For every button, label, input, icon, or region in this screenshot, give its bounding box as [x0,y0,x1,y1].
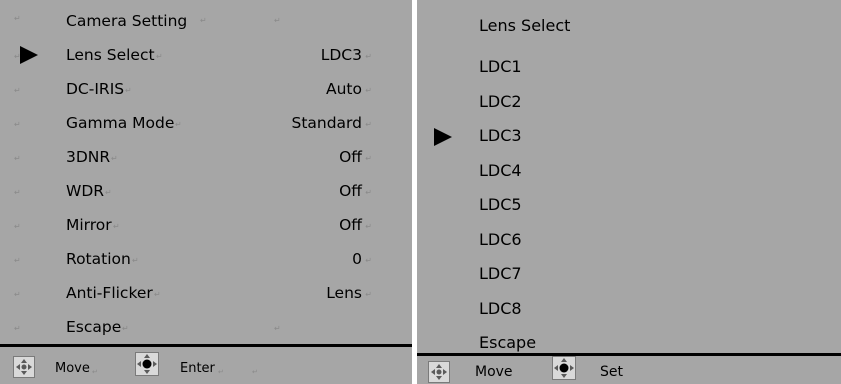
camera-menu-item[interactable]: ↵ Rotation ↵ 0 ↵ [0,242,412,276]
lens-option-label: LDC7 [479,264,522,283]
joystick-press-icon [552,356,576,380]
camera-menu-item-label: Gamma Mode [66,114,175,132]
lens-option-label: LDC3 [479,126,522,145]
camera-menu-item-label: Escape [66,318,122,336]
return-mark-icon: ↵ [113,222,120,231]
selection-cursor-icon [20,46,38,64]
return-mark-icon: ↵ [274,324,281,333]
lens-option-item[interactable]: LDC1 [417,51,841,85]
camera-menu-item[interactable]: ↵ DC-IRIS ↵ Auto ↵ [0,72,412,106]
return-mark-icon: ↵ [274,16,281,25]
camera-setting-panel: ↵ Camera Setting ↵ ↵ ↵ Lens Select ↵ LDC3 ↵ ↵… [0,0,412,384]
return-mark-icon: ↵ [175,120,182,129]
return-mark-icon: ↵ [14,14,21,23]
camera-menu-item[interactable]: ↵ Anti-Flicker ↵ Lens ↵ [0,276,412,310]
footer-divider [417,353,841,356]
camera-menu-item[interactable]: ↵ WDR ↵ Off ↵ [0,174,412,208]
lens-option-label: LDC4 [479,160,522,180]
return-mark-icon: ↵ [156,52,163,61]
camera-menu-item-value: LDC3 [320,46,362,64]
move-label: Move [55,361,90,376]
return-mark-icon: ↵ [14,154,21,163]
return-mark-icon: ↵ [14,86,21,95]
lens-option-label: LDC2 [479,91,522,111]
camera-menu-item-label: Lens Select [66,46,155,64]
lens-option-item[interactable]: LDC4 [417,155,841,189]
joystick-press-icon [135,352,159,376]
up-down-joystick-icon [428,361,450,383]
return-mark-icon: ↵ [365,86,372,95]
return-mark-icon: ↵ [122,324,129,333]
enter-label: Enter [180,361,215,376]
camera-menu-item-label: WDR [66,182,105,200]
camera-menu-item-label: Anti-Flicker [66,284,153,302]
return-mark-icon: ↵ [132,256,139,265]
camera-menu-item-label: 3DNR [66,148,111,166]
return-mark-icon: ↵ [365,290,372,299]
camera-menu-item-value: Lens [326,284,362,302]
lens-option-label: LDC6 [479,229,522,249]
camera-menu-item-value: Off [339,148,362,166]
move-label: Move [475,364,513,380]
footer-divider [0,344,412,347]
lens-option-item[interactable]: LDC8 [417,293,841,327]
return-mark-icon: ↵ [365,222,372,231]
lens-option-item[interactable]: LDC5 [417,189,841,223]
return-mark-icon: ↵ [111,154,118,163]
return-mark-icon: ↵ [14,188,21,197]
lens-option-item[interactable]: LDC2 [417,86,841,120]
lens-option-label: LDC5 [479,195,522,214]
camera-menu-item-value: Standard [291,114,362,132]
camera-menu-item-label: Mirror [66,216,112,234]
camera-menu-item-label: Rotation [66,250,131,268]
return-mark-icon: ↵ [365,188,372,197]
up-down-joystick-icon [13,356,35,378]
return-mark-icon: ↵ [365,256,372,265]
return-mark-icon: ↵ [14,222,21,231]
lens-select-panel: Lens Select LDC1 LDC2 LDC3 LDC4 LDC5 LDC6 LDC7… [417,0,841,384]
camera-menu-item-label: DC-IRIS [66,80,125,98]
return-mark-icon: ↵ [200,16,207,25]
lens-option-item[interactable]: LDC3 [417,120,841,154]
return-mark-icon: ↵ [92,368,98,376]
return-mark-icon: ↵ [218,368,224,376]
lens-option-label: LDC8 [479,298,522,318]
lens-select-title: Lens Select [479,16,571,35]
camera-menu-item-value: Off [339,182,362,200]
return-mark-icon: ↵ [365,52,372,61]
return-mark-icon: ↵ [125,86,132,95]
return-mark-icon: ↵ [14,256,21,265]
return-mark-icon: ↵ [154,290,161,299]
lens-option-label: LDC1 [479,57,522,76]
camera-menu-item-value: Off [339,216,362,234]
lens-option-item[interactable]: LDC6 [417,224,841,258]
return-mark-icon: ↵ [14,324,21,333]
camera-menu-item[interactable]: ↵ Lens Select ↵ LDC3 ↵ [0,38,412,72]
camera-menu-item[interactable]: ↵ Mirror ↵ Off ↵ [0,208,412,242]
return-mark-icon: ↵ [365,120,372,129]
camera-setting-title-row: ↵ Camera Setting ↵ ↵ [0,4,412,38]
camera-menu-item-value: 0 [352,250,362,268]
camera-menu-item[interactable]: ↵ Escape ↵ ↵ [0,310,412,344]
return-mark-icon: ↵ [14,120,21,129]
lens-option-item[interactable]: LDC7 [417,258,841,292]
return-mark-icon: ↵ [252,368,258,376]
return-mark-icon: ↵ [14,290,21,299]
camera-menu-item-value: Auto [326,80,362,98]
lens-option-label: Escape [479,333,537,352]
camera-menu-item[interactable]: ↵ 3DNR ↵ Off ↵ [0,140,412,174]
selection-cursor-icon [434,128,452,146]
set-label: Set [600,364,623,380]
camera-menu-item[interactable]: ↵ Gamma Mode ↵ Standard ↵ [0,106,412,140]
camera-setting-title: Camera Setting [66,12,188,30]
return-mark-icon: ↵ [105,188,112,197]
return-mark-icon: ↵ [365,154,372,163]
